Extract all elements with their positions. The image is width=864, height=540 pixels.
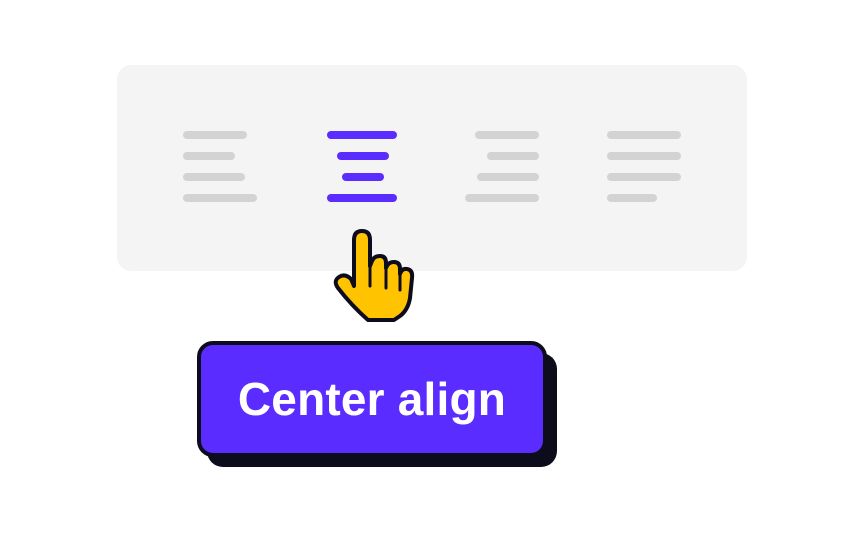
align-center-button[interactable]	[325, 131, 403, 207]
alignment-toolbar	[117, 65, 747, 271]
align-right-button[interactable]	[464, 131, 542, 207]
align-left-button[interactable]	[181, 131, 259, 207]
align-justify-button[interactable]	[606, 131, 684, 207]
center-align-label: Center align	[237, 373, 507, 425]
center-align-tooltip: Center align	[197, 341, 559, 471]
center-align-button[interactable]: Center align	[197, 341, 547, 457]
pointing-hand-cursor-icon	[333, 229, 415, 322]
